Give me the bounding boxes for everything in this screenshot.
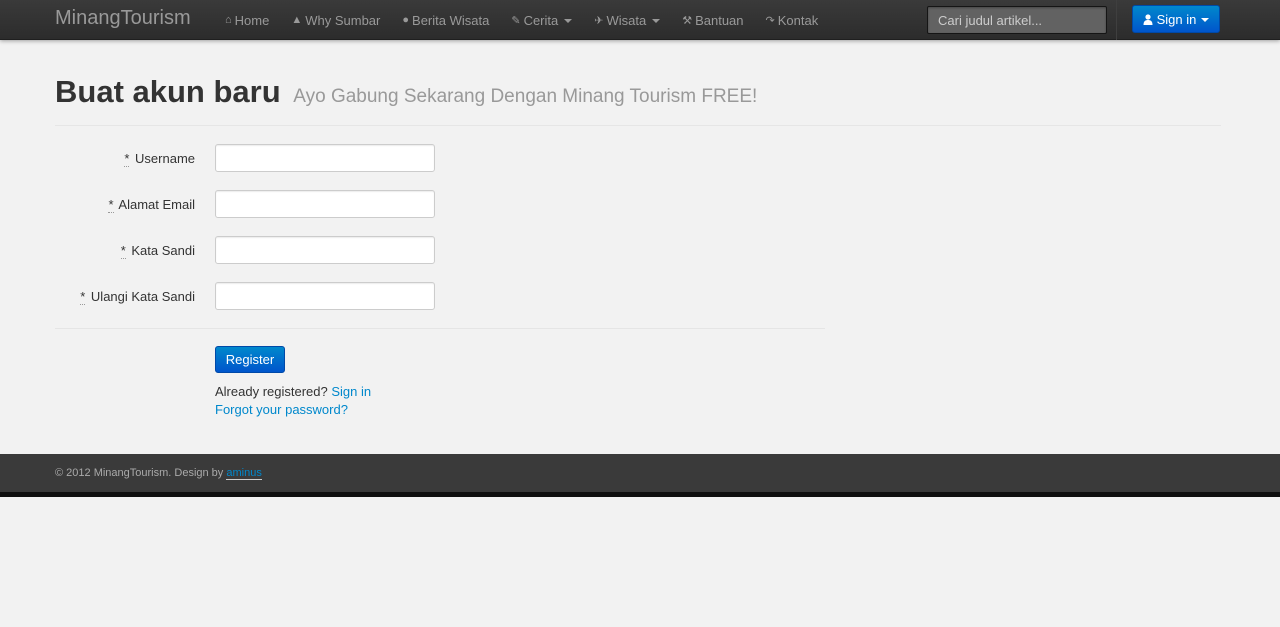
main-nav: ⌂ Home ▲ Why Sumbar ● Berita Wisata ✎ Ce… — [214, 0, 829, 40]
pencil-icon: ✎ — [511, 14, 521, 27]
page-title-text: Buat akun baru — [55, 74, 281, 109]
page-subtitle: Ayo Gabung Sekarang Dengan Minang Touris… — [293, 86, 758, 107]
signin-link[interactable]: Sign in — [331, 384, 371, 399]
field-label-text: Alamat Email — [118, 197, 195, 212]
nav-item-bantuan[interactable]: ⚒ Bantuan — [671, 0, 754, 40]
top-navbar: MinangTourism ⌂ Home ▲ Why Sumbar ● Beri… — [0, 0, 1280, 40]
form-actions-divider — [55, 328, 825, 329]
nav-item-label: Bantuan — [695, 12, 744, 28]
confirm-password-input[interactable] — [215, 282, 435, 310]
user-icon — [1143, 13, 1153, 25]
home-icon: ⌂ — [225, 14, 232, 26]
nav-item-label: Wisata — [606, 12, 647, 28]
footer: © 2012 MinangTourism. Design by aminus — [0, 454, 1280, 492]
caret-down-icon — [652, 18, 661, 23]
required-mark: * — [124, 151, 130, 167]
signin-dropdown-button[interactable]: Sign in — [1132, 5, 1220, 33]
nav-item-berita-wisata[interactable]: ● Berita Wisata — [391, 0, 500, 40]
username-input[interactable] — [215, 144, 435, 172]
nav-item-label: Berita Wisata — [412, 12, 490, 28]
email-label: * Alamat Email — [55, 197, 195, 213]
nav-item-kontak[interactable]: ↷ Kontak — [755, 0, 830, 40]
form-row-confirm-password: * Ulangi Kata Sandi — [55, 282, 435, 312]
field-label-text: Username — [135, 151, 195, 166]
search-input[interactable] — [927, 6, 1107, 34]
footer-bottom-border — [0, 492, 1280, 497]
password-input[interactable] — [215, 236, 435, 264]
signin-label: Sign in — [1156, 11, 1197, 27]
brand-logo[interactable]: MinangTourism — [55, 7, 191, 30]
field-label-text: Ulangi Kata Sandi — [90, 289, 195, 304]
required-mark: * — [120, 243, 126, 259]
globe-icon: ● — [402, 14, 410, 26]
nav-item-label: Home — [234, 12, 270, 28]
caret-down-icon — [564, 18, 573, 23]
nav-item-wisata[interactable]: ✈ Wisata — [583, 0, 671, 40]
username-label: * Username — [55, 151, 195, 167]
copyright-text: © 2012 MinangTourism. Design by aminus — [55, 467, 262, 480]
share-icon: ↷ — [765, 14, 775, 27]
nav-item-cerita[interactable]: ✎ Cerita — [500, 0, 583, 40]
required-mark: * — [80, 289, 86, 305]
form-row-password: * Kata Sandi — [55, 236, 435, 266]
nav-divider — [1116, 0, 1117, 40]
email-input[interactable] — [215, 190, 435, 218]
plane-icon: ✈ — [594, 14, 604, 27]
confirm-password-label: * Ulangi Kata Sandi — [55, 289, 195, 305]
forgot-password-row: Forgot your password? — [215, 402, 348, 417]
required-mark: * — [108, 197, 114, 213]
register-button[interactable]: Register — [215, 346, 285, 373]
author-link[interactable]: aminus — [226, 467, 262, 480]
nav-item-home[interactable]: ⌂ Home — [214, 0, 280, 40]
form-row-email: * Alamat Email — [55, 190, 435, 220]
already-registered-text: Already registered? Sign in — [215, 384, 371, 399]
field-label-text: Kata Sandi — [131, 243, 195, 258]
caret-down-icon — [1201, 17, 1210, 22]
nav-item-label: Kontak — [777, 12, 819, 28]
road-icon: ▲ — [291, 14, 303, 26]
page-header: Buat akun baru Ayo Gabung Sekarang Denga… — [55, 74, 1221, 126]
page-title: Buat akun baru Ayo Gabung Sekarang Denga… — [55, 74, 757, 109]
nav-item-label: Why Sumbar — [305, 12, 381, 28]
nav-item-why-sumbar[interactable]: ▲ Why Sumbar — [280, 0, 391, 40]
password-label: * Kata Sandi — [55, 243, 195, 259]
nav-item-label: Cerita — [523, 12, 559, 28]
forgot-password-link[interactable]: Forgot your password? — [215, 402, 348, 417]
form-row-username: * Username — [55, 144, 435, 174]
already-registered-label: Already registered? — [215, 384, 328, 399]
copyright-label: © 2012 MinangTourism. Design by — [55, 467, 224, 479]
wrench-icon: ⚒ — [682, 14, 693, 27]
